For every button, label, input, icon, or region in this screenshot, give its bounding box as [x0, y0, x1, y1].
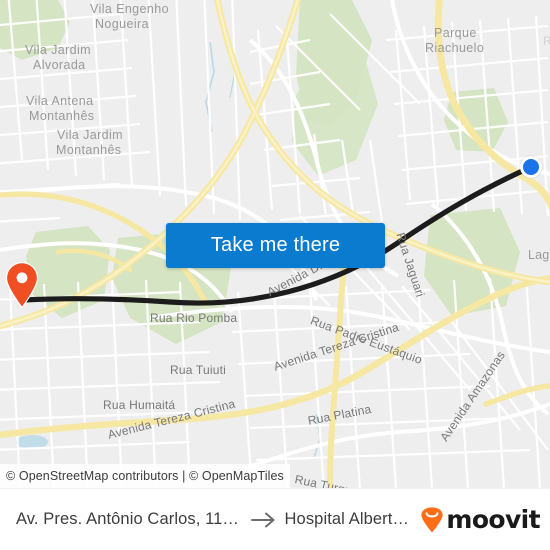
origin-dot-marker[interactable]	[520, 156, 542, 178]
moovit-pin-icon	[420, 506, 444, 533]
moovit-wordmark: moovit	[446, 505, 540, 534]
moovit-logo[interactable]: moovit	[420, 505, 541, 534]
map-attribution: © OpenStreetMap contributors | © OpenMap…	[0, 464, 290, 488]
origin-address-label: Av. Pres. Antônio Carlos, 1143…	[16, 510, 243, 528]
destination-label: Hospital Alberto …	[284, 510, 415, 528]
map-canvas[interactable]: Vila Engenho Nogueira Vila Jardim Alvora…	[0, 0, 550, 488]
moovit-route-screen: Vila Engenho Nogueira Vila Jardim Alvora…	[0, 0, 550, 550]
route-summary-bar: Av. Pres. Antônio Carlos, 1143… Hospital…	[0, 488, 550, 550]
route-endpoints: Av. Pres. Antônio Carlos, 1143… Hospital…	[16, 510, 414, 529]
arrow-right-icon	[250, 511, 277, 529]
destination-pin-marker[interactable]	[5, 261, 39, 309]
take-me-there-button[interactable]: Take me there	[166, 223, 385, 268]
